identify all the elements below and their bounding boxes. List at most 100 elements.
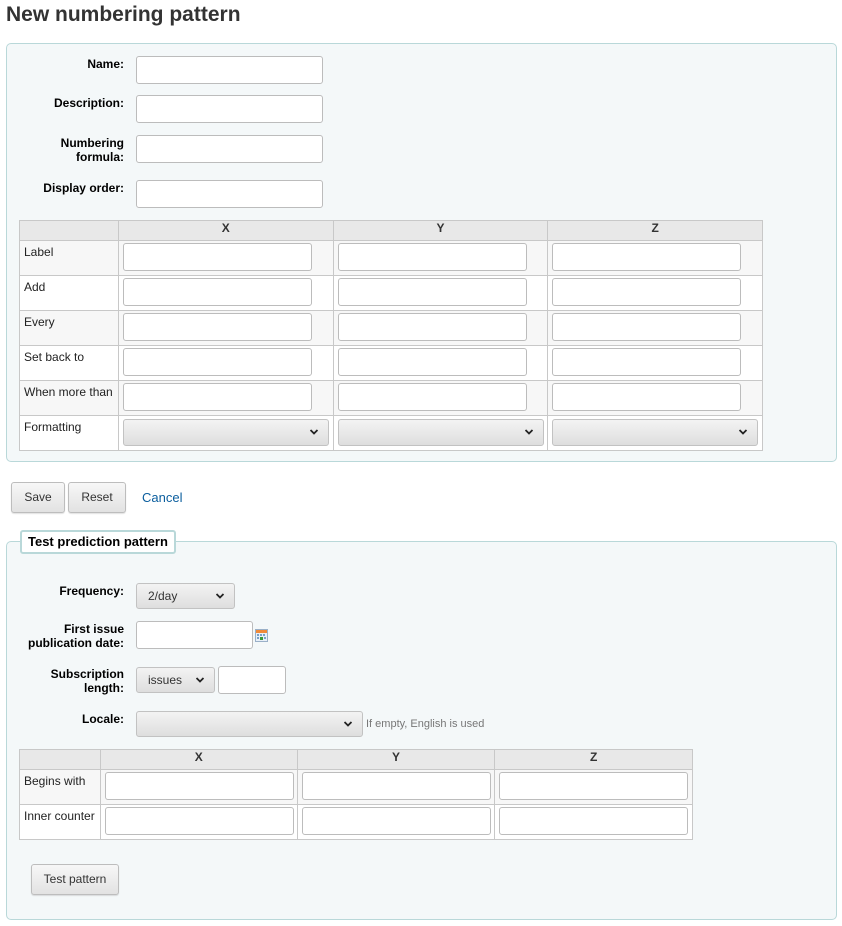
subscription-length-input[interactable] (218, 666, 286, 694)
add-z-input[interactable] (552, 278, 742, 306)
inner-counter-z-input[interactable] (499, 807, 689, 835)
numbering-formula-input[interactable] (136, 135, 323, 163)
test-prediction-legend: Test prediction pattern (20, 530, 176, 554)
add-x-input[interactable] (122, 278, 312, 306)
chevron-down-icon (309, 429, 318, 435)
cell-wrapper (495, 805, 692, 839)
table-header-row: X Y Z (19, 749, 693, 770)
label-y-input[interactable] (337, 243, 527, 271)
cell-y (296, 804, 496, 840)
row-label: When more than (19, 380, 119, 416)
cell-wrapper (334, 276, 548, 310)
cell-wrapper (548, 241, 762, 275)
subscription-length-label: Subscription length: (6, 667, 124, 695)
cell-z (547, 310, 763, 346)
table-header-row: X Y Z (19, 220, 763, 241)
column-header-empty (19, 749, 101, 770)
column-header-x: X (99, 749, 298, 770)
numbering-formula-label-line2: formula: (76, 150, 124, 164)
cell-x (117, 240, 334, 276)
set-back-to-y-input[interactable] (337, 348, 527, 376)
locale-select[interactable] (136, 711, 363, 737)
cell-z (547, 275, 763, 311)
begins-with-x-input[interactable] (104, 772, 294, 800)
begins-with-y-input[interactable] (301, 772, 491, 800)
test-pattern-table: X Y Z Begins with Inner counter (19, 749, 693, 840)
every-z-input[interactable] (552, 313, 742, 341)
first-issue-date-label: First issue publication date: (6, 622, 124, 650)
inner-counter-y-input[interactable] (301, 807, 491, 835)
subscription-unit-select[interactable]: issues (136, 667, 215, 693)
cell-wrapper (548, 381, 762, 415)
cell-x (117, 345, 334, 381)
cell-wrapper (298, 770, 495, 804)
set-back-to-z-input[interactable] (552, 348, 742, 376)
row-label: Label (19, 240, 119, 276)
cell-x (99, 769, 298, 805)
inner-counter-x-input[interactable] (104, 807, 294, 835)
table-row: Every (19, 310, 763, 346)
begins-with-z-input[interactable] (499, 772, 689, 800)
test-pattern-button[interactable]: Test pattern (31, 864, 119, 895)
column-header-z: Z (494, 749, 693, 770)
cell-y (332, 310, 549, 346)
locale-label: Locale: (81, 712, 124, 726)
formatting-select-z[interactable] (552, 419, 759, 446)
label-z-input[interactable] (552, 243, 742, 271)
cell-wrapper (119, 416, 333, 450)
cell-z (547, 345, 763, 381)
description-input[interactable] (136, 95, 323, 123)
description-label: Description: (53, 96, 124, 110)
name-input[interactable] (136, 56, 323, 84)
subscription-length-label-line2: length: (84, 681, 124, 695)
row-label: Every (19, 310, 119, 346)
first-issue-date-input[interactable] (136, 621, 253, 649)
cell-x (117, 275, 334, 311)
cell-wrapper (101, 805, 297, 839)
cell-y (332, 275, 549, 311)
every-y-input[interactable] (337, 313, 527, 341)
set-back-to-x-input[interactable] (122, 348, 312, 376)
row-label: Formatting (19, 415, 119, 451)
calendar-icon[interactable] (255, 629, 268, 642)
cell-z (494, 804, 693, 840)
cell-wrapper (334, 346, 548, 380)
cell-wrapper (334, 311, 548, 345)
formatting-select-x[interactable] (122, 419, 329, 446)
display-order-label: Display order: (43, 181, 124, 195)
when-more-than-y-input[interactable] (337, 383, 527, 411)
column-header-z: Z (547, 220, 763, 241)
when-more-than-x-input[interactable] (122, 383, 312, 411)
table-row: Formatting (19, 415, 763, 451)
cell-x (117, 415, 334, 451)
every-x-input[interactable] (122, 313, 312, 341)
column-header-y: Y (332, 220, 549, 241)
table-row: Add (19, 275, 763, 311)
row-label: Begins with (19, 769, 101, 805)
cell-y (332, 415, 549, 451)
reset-button[interactable]: Reset (68, 482, 126, 513)
table-row: Label (19, 240, 763, 276)
cell-wrapper (334, 416, 548, 450)
display-order-input[interactable] (136, 180, 323, 208)
cell-wrapper (548, 276, 762, 310)
cell-wrapper (119, 346, 333, 380)
cancel-link[interactable]: Cancel (142, 490, 182, 505)
cell-wrapper (334, 241, 548, 275)
row-label: Add (19, 275, 119, 311)
cell-x (117, 380, 334, 416)
frequency-select[interactable]: 2/day (136, 583, 235, 609)
column-header-empty (19, 220, 119, 241)
formatting-select-y[interactable] (337, 419, 544, 446)
label-x-input[interactable] (122, 243, 312, 271)
locale-hint: If empty, English is used (366, 718, 485, 730)
table-row: Set back to (19, 345, 763, 381)
save-button[interactable]: Save (11, 482, 65, 513)
cell-wrapper (119, 311, 333, 345)
add-y-input[interactable] (337, 278, 527, 306)
cell-x (99, 804, 298, 840)
when-more-than-z-input[interactable] (552, 383, 742, 411)
frequency-label: Frequency: (59, 584, 124, 598)
column-header-x: X (117, 220, 334, 241)
chevron-down-icon (739, 429, 748, 435)
